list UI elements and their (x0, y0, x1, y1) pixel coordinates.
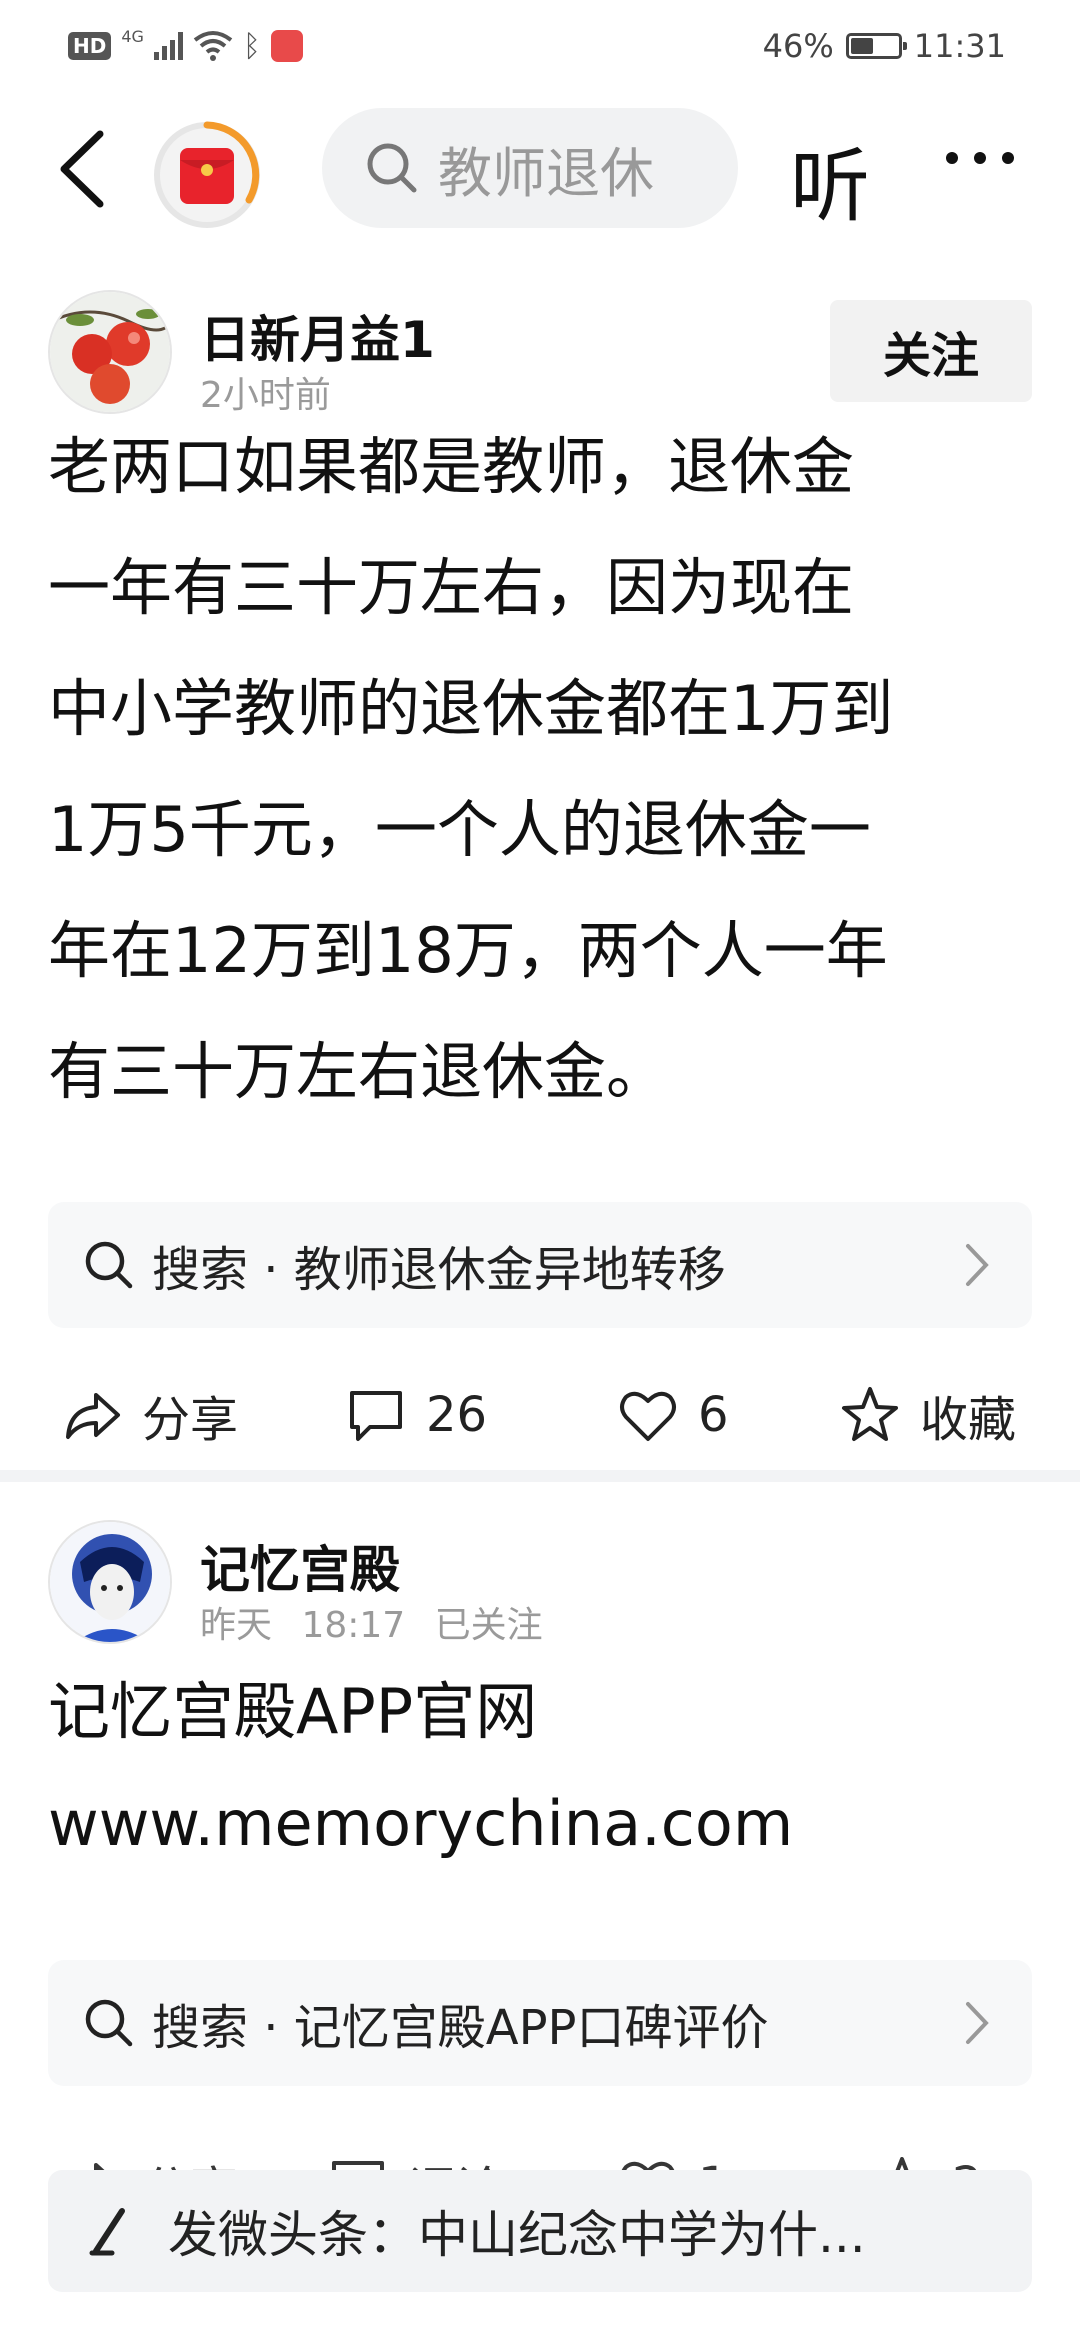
author-name[interactable]: 记忆宫殿 (200, 1530, 400, 1602)
favorite-count: 2 (952, 2157, 983, 2170)
top-nav: 教师退休 听 (0, 100, 1080, 240)
body-line: www.memorychina.com (48, 1787, 794, 1860)
post-actions-clipped: 分享 评论 1 2 (0, 2120, 1080, 2170)
favorite-button[interactable]: 2 (870, 2130, 983, 2170)
compose-prompt: 发微头条：中山纪念中学为什... (168, 2206, 866, 2264)
status-right: 46% 11:31 (763, 24, 1006, 68)
compose-bar[interactable]: 发微头条：中山纪念中学为什... (48, 2170, 1032, 2292)
battery-percent: 46% (762, 27, 834, 65)
like-button[interactable]: 1 (616, 2130, 729, 2170)
bluetooth-icon: ᛒ (242, 28, 261, 64)
red-packet-button[interactable] (152, 120, 262, 230)
post-actions: 分享 26 6 收藏 (0, 1360, 1080, 1470)
author-name[interactable]: 日新月益1 (200, 300, 435, 372)
like-count: 6 (698, 1387, 729, 1443)
star-icon (842, 1387, 898, 1441)
avatar-portrait-image (50, 1522, 170, 1642)
body-line: 记忆宫殿APP官网 (48, 1675, 538, 1748)
comment-label: 评论 (408, 2150, 504, 2170)
follow-status: 已关注 (434, 1605, 543, 1646)
wifi-icon (193, 31, 233, 61)
network-type: 4G (121, 26, 144, 46)
related-search[interactable]: 搜索 · 教师退休金异地转移 (48, 1202, 1032, 1328)
search-bar[interactable]: 教师退休 (322, 108, 738, 228)
post-divider (0, 1470, 1080, 1482)
post-body[interactable]: 老两口如果都是教师，退休金 一年有三十万左右，因为现在 中小学教师的退休金都在1… (48, 406, 1038, 1132)
listen-button[interactable]: 听 (790, 122, 870, 238)
body-line: 年在12万到18万，两个人一年 (48, 914, 888, 987)
share-label: 分享 (142, 1392, 239, 1448)
like-count: 1 (698, 2157, 729, 2170)
signal-icon (153, 32, 183, 60)
post-body[interactable]: 记忆宫殿APP官网 www.memorychina.com (48, 1656, 1038, 1880)
chevron-right-icon (966, 2002, 989, 2044)
hd-indicator: HD (68, 32, 112, 60)
avatar[interactable] (48, 290, 172, 414)
share-label: 分享 (142, 2150, 238, 2170)
post-card: 日新月益1 2小时前 关注 老两口如果都是教师，退休金 一年有三十万左右，因为现… (0, 280, 1080, 1460)
avatar[interactable] (48, 1520, 172, 1644)
related-search-label: 搜索 · 记忆宫殿APP口碑评价 (152, 2000, 769, 2056)
post-card: 记忆宫殿 昨天 18:17 已关注 记忆宫殿APP官网 www.memorych… (0, 1520, 1080, 2160)
post-time: 18:17 (301, 1605, 406, 1646)
body-line: 1万5千元，一个人的退休金一 (48, 793, 871, 866)
red-packet-icon (154, 121, 260, 228)
favorite-button[interactable]: 收藏 (838, 1360, 1016, 1470)
heart-icon (620, 1391, 676, 1441)
follow-button[interactable]: 关注 (830, 300, 1032, 402)
back-arrow-icon (60, 130, 104, 208)
search-query: 教师退休 (438, 141, 654, 205)
related-search[interactable]: 搜索 · 记忆宫殿APP口碑评价 (48, 1960, 1032, 2086)
pen-icon (89, 2208, 125, 2256)
body-line: 老两口如果都是教师，退休金 (48, 430, 855, 503)
favorite-label: 收藏 (920, 1392, 1017, 1448)
search-icon (85, 1999, 133, 2047)
more-icon[interactable] (946, 152, 1014, 164)
search-icon (85, 1241, 133, 1289)
post-date: 昨天 (200, 1605, 273, 1646)
post-meta: 昨天 18:17 已关注 (200, 1596, 543, 1648)
like-button[interactable]: 6 (616, 1360, 729, 1470)
comment-count: 26 (426, 1387, 488, 1443)
battery-icon (845, 33, 907, 59)
status-bar: HD 4G ᛒ 46% 11:31 (0, 0, 1080, 92)
share-icon (66, 1393, 120, 1439)
star-icon (895, 2157, 909, 2170)
share-icon (94, 2163, 105, 2170)
share-button[interactable]: 分享 (60, 1360, 238, 1470)
chevron-right-icon (966, 1244, 989, 1286)
share-button[interactable]: 分享 (60, 2130, 238, 2170)
body-line: 一年有三十万左右，因为现在 (48, 551, 855, 624)
search-icon (367, 143, 417, 193)
avatar-fruit-image (50, 292, 170, 412)
comment-button[interactable]: 评论 (326, 2130, 504, 2170)
comment-icon (350, 1391, 402, 1441)
status-left: HD 4G ᛒ (68, 24, 303, 68)
app-notification-icon (270, 30, 303, 62)
related-search-label: 搜索 · 教师退休金异地转移 (152, 1242, 726, 1298)
body-line: 中小学教师的退休金都在1万到 (48, 672, 894, 745)
clock: 11:31 (913, 27, 1006, 65)
back-button[interactable] (48, 124, 118, 214)
heart-icon (621, 2161, 675, 2170)
body-line: 有三十万左右退休金。 (48, 1035, 669, 1108)
comment-icon (332, 2161, 384, 2170)
comment-button[interactable]: 26 (344, 1360, 487, 1470)
